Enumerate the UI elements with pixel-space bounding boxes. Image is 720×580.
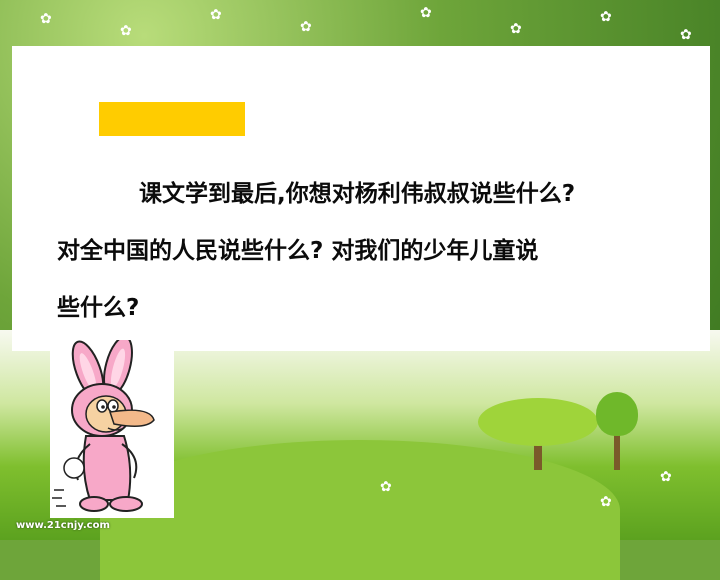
flower-icon: ✿ [420, 5, 432, 21]
flower-icon: ✿ [300, 19, 312, 35]
question-paragraph: 课文学到最后,你想对杨利伟叔叔说些什么? 对全中国的人民说些什么? 对我们的少年… [57, 166, 657, 337]
flower-icon: ✿ [380, 479, 392, 495]
paragraph-line: 对全中国的人民说些什么? 对我们的少年儿童说 [57, 238, 539, 264]
flower-icon: ✿ [120, 23, 132, 39]
tree-crown [596, 392, 638, 436]
paragraph-line: 课文学到最后,你想对杨利伟叔叔说些什么? [57, 166, 657, 223]
site-watermark: www.21cnjy.com [16, 520, 110, 531]
paragraph-line-text: 课文学到最后,你想对杨利伟叔叔说些什么? [139, 181, 576, 207]
flower-icon: ✿ [510, 21, 522, 37]
flower-icon: ✿ [210, 7, 222, 23]
flower-icon: ✿ [40, 11, 52, 27]
tree-crown [478, 398, 598, 446]
title-highlight-bar [99, 102, 245, 136]
rabbit-costume-character-icon [50, 335, 174, 518]
tree-trunk [614, 430, 620, 470]
flower-icon: ✿ [600, 494, 612, 510]
paragraph-line: 些什么? [57, 295, 140, 321]
flower-icon: ✿ [600, 9, 612, 25]
green-hill [100, 440, 620, 580]
flower-icon: ✿ [680, 27, 692, 43]
flower-icon: ✿ [660, 469, 672, 485]
